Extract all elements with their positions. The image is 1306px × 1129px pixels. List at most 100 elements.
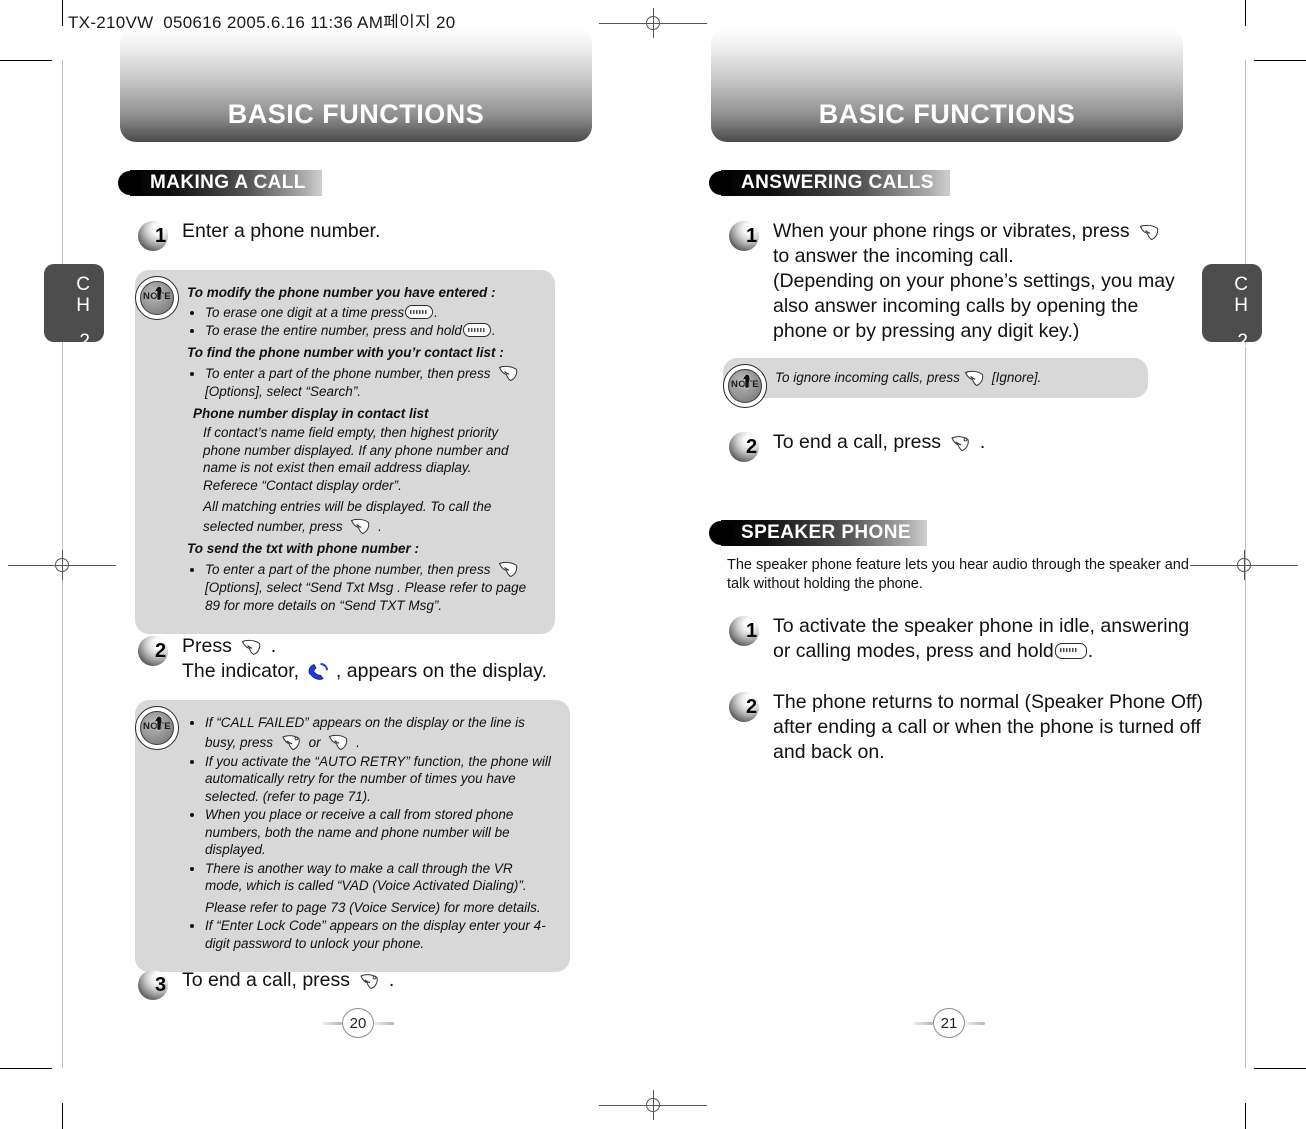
note-bullet-text-post: [Options], select “Search”. (205, 384, 362, 399)
note-bullet-text: To erase the entire number, press and ho… (205, 323, 462, 338)
note-badge-icon: NOTE (135, 276, 179, 320)
note-paragraph-text: All matching entries will be displayed. … (203, 499, 492, 534)
step-number-marker: 3 (138, 970, 172, 1000)
step-number-marker: 2 (729, 692, 763, 722)
section-bullet-icon (118, 171, 142, 195)
step-text: Press . The indicator, , appears on the … (182, 634, 547, 684)
step-line-4: also answer incoming calls by opening th… (773, 295, 1139, 317)
hand-pointer-icon (742, 373, 751, 389)
step-text: To end a call, press . (182, 968, 394, 993)
section-header-label: SPEAKER PHONE (741, 522, 911, 543)
step-line-1: The phone returns to normal (Speaker Pho… (773, 691, 1203, 713)
step-2-end-call: 2 To end a call, press . (729, 430, 1129, 462)
chapter-label: C H (76, 274, 90, 316)
step-text-post: , appears on the display. (335, 660, 547, 682)
note-bullet: There is another way to make a call thro… (205, 860, 552, 895)
page-left: BASIC FUNCTIONS MAKING A CALL 1 Enter a … (0, 0, 600, 1129)
note-bullet-list: To erase one digit at a time press. To e… (187, 304, 537, 340)
step-2-speaker-off: 2 The phone returns to normal (Speaker P… (729, 690, 1229, 765)
step-line-2: to answer the incoming call. (773, 245, 1014, 267)
note-paragraph: Referece “Contact display order”. (203, 477, 402, 493)
note-bullet: When you place or receive a call from st… (205, 806, 552, 859)
note-bullet: To erase the entire number, press and ho… (205, 322, 537, 340)
step-number: 1 (745, 224, 758, 247)
note-bullet-text: To enter a part of the phone number, the… (205, 366, 491, 381)
page-number-left: 20 (322, 1008, 394, 1038)
step-text: Enter a phone number. (182, 220, 381, 242)
step-1-activate-speaker: 1 To activate the speaker phone in idle,… (729, 614, 1209, 664)
step-text-post: . (388, 969, 395, 991)
step-3-end-call: 3 To end a call, press . (138, 968, 538, 1000)
note-text-post: [Ignore]. (991, 370, 1042, 386)
step-text: When your phone rings or vibrates, press… (773, 219, 1175, 344)
step-line-2: The indicator, , appears on the display. (182, 659, 547, 684)
note-bullet-list: To enter a part of the phone number, the… (187, 363, 537, 401)
step-text-post: . (1087, 640, 1094, 662)
note-bullet-text: To erase one digit at a time press (205, 304, 405, 320)
step-number-marker: 1 (729, 221, 763, 251)
blue-phone-indicator-icon (308, 663, 328, 680)
section-header-speaker-phone: SPEAKER PHONE (709, 520, 927, 546)
note-bullet: To enter a part of the phone number, the… (205, 363, 537, 401)
step-text-pre: To end a call, press (773, 431, 942, 453)
hand-pointer-icon (154, 285, 163, 301)
chapter-number: 2 (79, 331, 90, 352)
note-modify-number: NOTE To modify the phone number you have… (135, 270, 555, 634)
end-key-icon (360, 974, 379, 990)
chapter-label: C H (1234, 274, 1248, 316)
note-body: To modify the phone number you have ente… (135, 270, 555, 634)
note-subheading: Phone number display in contact list (193, 405, 429, 421)
page-number-right: 21 (913, 1008, 985, 1038)
note-bullet-text-post: . (491, 323, 496, 338)
chapter-number: 2 (1237, 331, 1248, 352)
chapter-tab-right: C H 2 (1202, 264, 1262, 351)
step-line-1: Press . (182, 634, 547, 659)
step-line-3: and back on. (773, 741, 885, 763)
step-text-pre: To end a call, press (182, 969, 351, 991)
step-text-pre: or calling modes, press and hold (773, 640, 1054, 662)
send-key-icon (329, 734, 348, 750)
note-bullet-continuation: Please refer to page 73 (Voice Service) … (205, 899, 541, 915)
step-line-2: after ending a call or when the phone is… (773, 716, 1201, 738)
note-bullet-text: If “CALL FAILED” appears on the display … (205, 715, 525, 750)
note-paragraph-text-post: . (378, 518, 382, 534)
page-title: BASIC FUNCTIONS (227, 99, 485, 129)
note-bullet-text-post: [Options], select “Send Txt Msg . Please… (205, 580, 527, 613)
step-1-enter-number: 1 Enter a phone number. (138, 219, 558, 251)
section-header-label: MAKING A CALL (150, 172, 306, 193)
note-bullet-text-post: . (434, 304, 438, 320)
step-number-marker: 2 (138, 636, 172, 666)
step-1-answer-call: 1 When your phone rings or vibrates, pre… (729, 219, 1199, 344)
note-paragraph: If contact’s name field empty, then high… (203, 425, 509, 475)
page-title-banner-right: BASIC FUNCTIONS (711, 28, 1183, 142)
note-bullet-text-mid: or (308, 734, 321, 750)
note-bullet-text-post: . (356, 734, 360, 750)
hand-pointer-icon (154, 715, 163, 731)
step-text-pre: Press (182, 635, 232, 657)
clr-key-icon (405, 304, 434, 319)
clr-key-icon (1054, 643, 1087, 659)
step-number-marker: 1 (138, 221, 172, 251)
note-text-pre: To ignore incoming calls, press (775, 370, 960, 386)
end-key-icon (282, 734, 300, 750)
step-number-marker: 1 (729, 616, 763, 646)
note-bullet: If you activate the “AUTO RETRY” functio… (205, 753, 552, 806)
step-line-1: When your phone rings or vibrates, press (773, 219, 1175, 244)
step-line-3: (Depending on your phone’s settings, you… (773, 270, 1175, 292)
send-key-icon (1139, 224, 1159, 241)
step-number-marker: 2 (729, 432, 763, 462)
crop-mark-top-right-horizontal (1254, 60, 1306, 61)
note-bullet: To enter a part of the phone number, the… (205, 559, 537, 614)
step-text-pre: When your phone rings or vibrates, press (773, 220, 1130, 242)
step-text-post: . (979, 431, 986, 453)
note-heading: To modify the phone number you have ente… (187, 285, 496, 300)
section-bullet-icon (709, 521, 733, 545)
section-header-label: ANSWERING CALLS (741, 172, 934, 193)
step-number: 3 (154, 973, 167, 996)
note-heading: To find the phone number with you’r cont… (187, 344, 504, 360)
note-bullet: To erase one digit at a time press. (205, 304, 537, 322)
step-text: The phone returns to normal (Speaker Pho… (773, 690, 1203, 765)
page-title: BASIC FUNCTIONS (818, 99, 1076, 129)
note-ignore-call: NOTE To ignore incoming calls, press [Ig… (723, 358, 1148, 408)
step-number: 2 (154, 639, 167, 662)
